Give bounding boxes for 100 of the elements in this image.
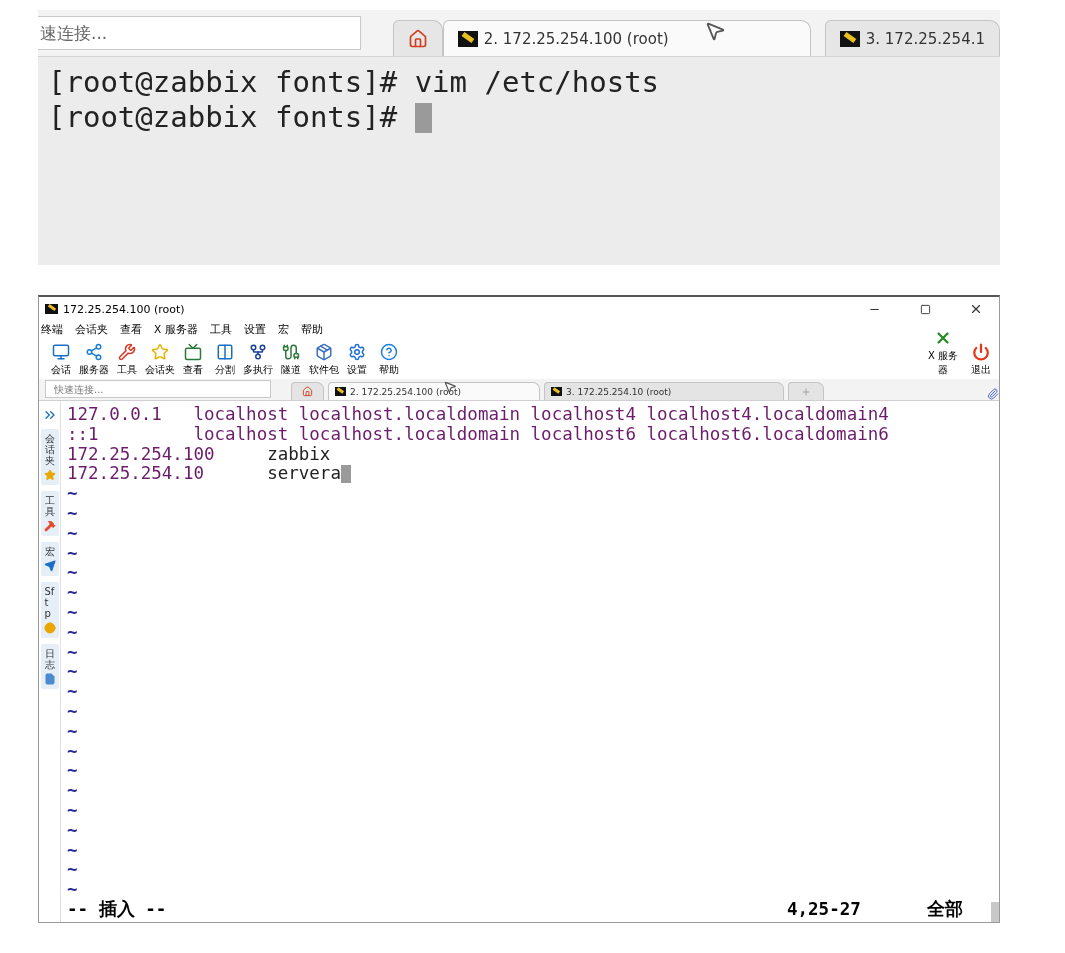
- toolbar-button[interactable]: 工具: [113, 343, 141, 377]
- toolbar-button[interactable]: 会话夹: [145, 343, 175, 377]
- ip-address: 172.25.254.100: [67, 444, 216, 465]
- menu-item[interactable]: 设置: [243, 323, 266, 337]
- power-icon: [972, 343, 990, 361]
- help-icon: [380, 343, 398, 361]
- menu-item[interactable]: 查看: [120, 323, 142, 337]
- empty-line-marker: ~: [67, 484, 78, 504]
- terminal-icon: [335, 387, 346, 396]
- toolbar-button[interactable]: 帮助: [375, 343, 403, 377]
- empty-line-marker: ~: [67, 543, 78, 564]
- split-icon: [216, 343, 234, 361]
- menu-item[interactable]: 会话夹: [75, 323, 108, 337]
- x-icon: [934, 329, 952, 347]
- empty-line-marker: ~: [67, 880, 78, 900]
- empty-line-marker: ~: [67, 701, 78, 722]
- sidebar-tab-label: 宏: [44, 546, 55, 557]
- home-icon: [302, 386, 313, 397]
- cursor-position: 4,25-27: [787, 900, 862, 920]
- toolbar-button[interactable]: 服务器: [79, 343, 109, 377]
- empty-line-marker: ~: [67, 563, 78, 584]
- toolbar-button[interactable]: 退出: [967, 343, 995, 377]
- menu-item[interactable]: 帮助: [300, 323, 323, 337]
- home-icon: [407, 28, 428, 49]
- window-title: 172.25.254.100 (root): [63, 302, 186, 316]
- toolbar-button[interactable]: 查看: [179, 343, 207, 377]
- session-tab[interactable]: 2. 172.25.254.100 (root): [328, 382, 540, 400]
- fork-icon: [249, 343, 267, 361]
- star-icon: [151, 343, 169, 361]
- session-tab[interactable]: 3. 172.25.254.1: [824, 20, 1000, 56]
- empty-line-marker: ~: [67, 860, 78, 881]
- paperclip-icon[interactable]: [987, 388, 999, 400]
- empty-line-marker: ~: [67, 523, 78, 544]
- host-names: localhost localhost.localdomain localhost4 localhost4.localdomain4: [193, 405, 889, 425]
- terminal-line: [root@zabbix fonts]# vim /etc/hosts: [48, 65, 660, 100]
- empty-line-marker: ~: [67, 741, 78, 762]
- menu-item[interactable]: 终端: [41, 323, 63, 337]
- home-tab[interactable]: [291, 382, 324, 400]
- document-icon: [43, 673, 56, 685]
- session-tab[interactable]: 3. 172.25.254.10 (root): [544, 382, 784, 400]
- host-names: zabbix: [267, 444, 331, 465]
- scroll-position: 全部: [927, 900, 964, 920]
- empty-line-marker: ~: [67, 820, 78, 841]
- hammer-icon: [43, 520, 56, 532]
- empty-line-marker: ~: [67, 583, 78, 603]
- terminal-icon: [551, 387, 562, 396]
- toolbar-button[interactable]: 多执行: [243, 343, 273, 377]
- text-cursor: [414, 102, 432, 133]
- app-icon: [45, 303, 58, 315]
- sidebar-tab-label: 会话夹: [44, 433, 55, 466]
- tunnel-icon: [282, 343, 300, 361]
- menu-item[interactable]: 宏: [277, 323, 289, 337]
- empty-line-marker: ~: [67, 602, 78, 623]
- terminal-icon: [839, 30, 860, 47]
- home-tab[interactable]: [392, 20, 443, 56]
- toolbar-button[interactable]: 分割: [211, 343, 239, 377]
- ip-address: ::1: [67, 424, 100, 445]
- empty-line-marker: ~: [67, 642, 78, 663]
- session-tab[interactable]: 2. 172.25.254.100 (root): [442, 20, 811, 56]
- plus-icon: [801, 386, 811, 397]
- toolbar-button[interactable]: 设置: [343, 343, 371, 377]
- terminal-icon: [457, 30, 478, 47]
- close-icon[interactable]: [969, 302, 983, 316]
- empty-line-marker: ~: [67, 800, 78, 821]
- network-icon: [85, 343, 103, 361]
- empty-line-marker: ~: [67, 781, 78, 801]
- toolbar-button[interactable]: 隧道: [277, 343, 305, 377]
- empty-line-marker: ~: [67, 761, 78, 782]
- sidebar-tab-label: 工具: [44, 495, 55, 517]
- scrollbar-thumb[interactable]: [991, 902, 999, 922]
- ip-address: 127.0.0.1: [67, 405, 163, 425]
- empty-line-marker: ~: [67, 721, 78, 742]
- sidebar-tab[interactable]: 会话夹: [40, 429, 59, 485]
- host-names: localhost localhost.localdomain localhost6 localhost6.localdomain6: [193, 424, 889, 445]
- empty-line-marker: ~: [67, 840, 78, 861]
- maximize-icon[interactable]: [919, 303, 931, 315]
- sidebar-tab[interactable]: 宏: [40, 542, 59, 576]
- sidebar-tab[interactable]: Sftp: [40, 582, 59, 638]
- sidebar-tab-label: Sftp: [44, 586, 55, 619]
- sidebar-tab[interactable]: 工具: [40, 491, 59, 536]
- star-icon: [43, 469, 56, 481]
- toolbar-button[interactable]: 软件包: [309, 343, 339, 377]
- menu-item[interactable]: 工具: [209, 323, 232, 337]
- quick-connect-field[interactable]: 快速连接...: [45, 380, 271, 398]
- ip-address: 172.25.254.10: [67, 464, 205, 485]
- quick-connect-field[interactable]: 速连接...: [38, 16, 361, 50]
- empty-line-marker: ~: [67, 682, 78, 702]
- empty-line-marker: ~: [67, 504, 78, 524]
- toolbar-button[interactable]: 会话: [47, 343, 75, 377]
- editor-mode: -- 插入 --: [67, 900, 168, 920]
- monitor-icon: [52, 343, 70, 361]
- sidebar-tab-label: 日志: [44, 648, 55, 670]
- package-icon: [315, 343, 333, 361]
- toolbar-button[interactable]: X 服务器: [923, 329, 963, 377]
- empty-line-marker: ~: [67, 622, 78, 643]
- wrench-icon: [118, 343, 136, 361]
- host-names: servera: [267, 464, 341, 485]
- sidebar-tab[interactable]: 日志: [40, 644, 59, 689]
- empty-line-marker: ~: [67, 662, 78, 683]
- menu-item[interactable]: X 服务器: [154, 323, 198, 337]
